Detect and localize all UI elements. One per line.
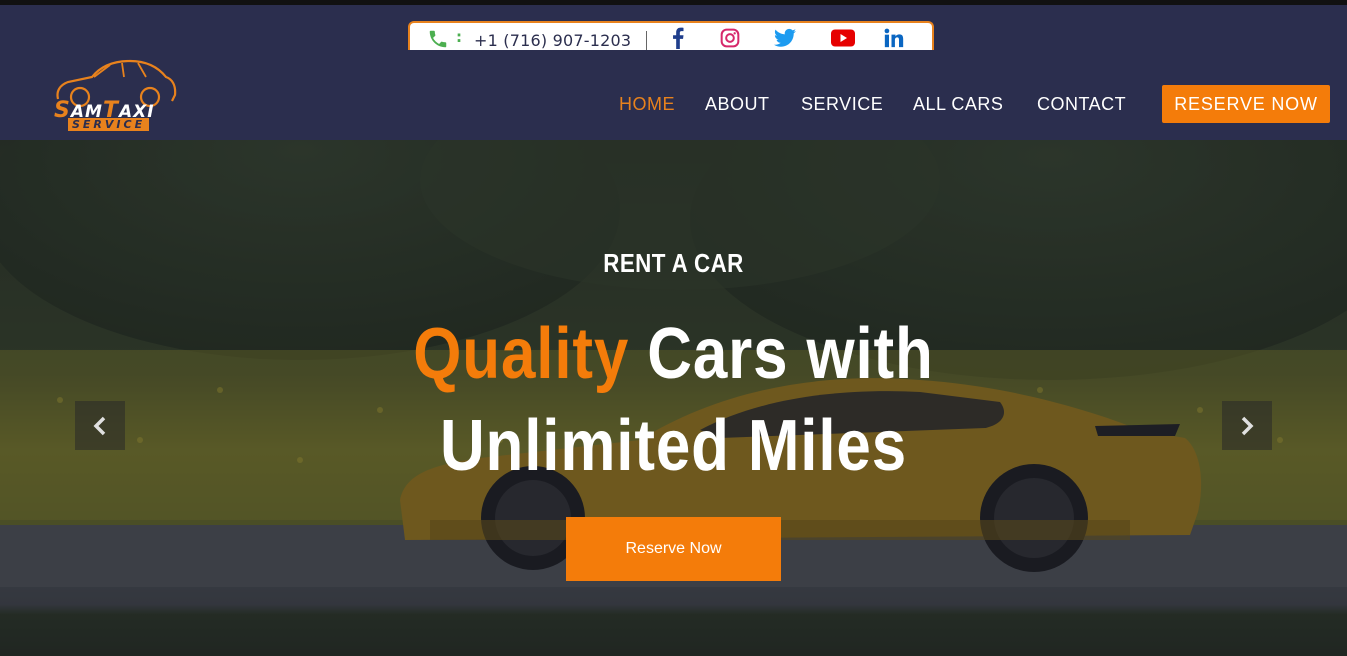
phone-separator: :	[456, 28, 462, 46]
slider-next-button[interactable]	[1222, 401, 1272, 450]
hero-reserve-button[interactable]: Reserve Now	[566, 517, 781, 581]
instagram-icon[interactable]	[718, 27, 742, 49]
contact-divider	[646, 31, 647, 50]
twitter-icon[interactable]	[773, 27, 797, 49]
nav-contact[interactable]: CONTACT	[1037, 94, 1126, 115]
headline-line2: Unlimited Miles	[439, 406, 908, 486]
nav-service[interactable]: SERVICE	[801, 94, 883, 115]
hero-headline: Quality Cars with Unlimited Miles	[94, 308, 1252, 492]
facebook-icon[interactable]	[666, 27, 690, 49]
slider-prev-button[interactable]	[75, 401, 125, 450]
headline-rest: Cars with	[647, 314, 934, 394]
chevron-right-icon	[1241, 416, 1254, 435]
logo-subtitle: SERVICE	[68, 118, 150, 131]
nav-about[interactable]: ABOUT	[705, 94, 770, 115]
reserve-now-button[interactable]: RESERVE NOW	[1162, 85, 1330, 123]
nav-all-cars[interactable]: ALL CARS	[913, 94, 1003, 115]
phone-icon[interactable]	[427, 28, 449, 50]
headline-accent: Quality	[413, 314, 630, 394]
chevron-left-icon	[93, 416, 106, 435]
youtube-icon[interactable]	[831, 27, 855, 49]
contact-bar: : +1 (716) 907-1203	[408, 21, 934, 50]
phone-number[interactable]: +1 (716) 907-1203	[474, 31, 631, 50]
linkedin-icon[interactable]	[882, 27, 906, 49]
nav-home[interactable]: HOME	[619, 94, 675, 115]
hero-slider: RENT A CAR Quality Cars with Unlimited M…	[0, 140, 1347, 656]
hero-eyebrow: RENT A CAR	[603, 248, 744, 278]
